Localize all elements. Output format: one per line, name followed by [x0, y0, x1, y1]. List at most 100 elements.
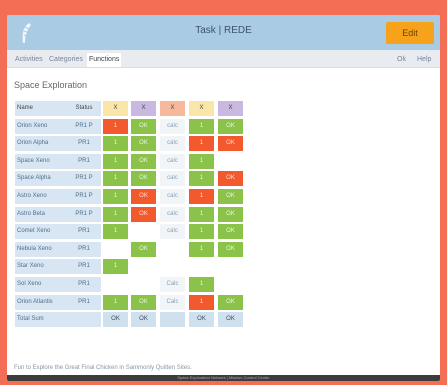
- edit-button[interactable]: Edit: [386, 22, 434, 44]
- row-status: PR1: [67, 294, 101, 310]
- status-cell: Calc: [160, 276, 185, 292]
- status-cell: 1: [189, 153, 214, 169]
- status-table: Name Status X X X X X Orion Xeno PR1 P 1 OK calc 1 OK…: [15, 100, 243, 329]
- status-cell: [160, 241, 185, 257]
- status-cell: calc: [160, 171, 185, 187]
- status-cell: [103, 276, 128, 292]
- status-cell: [218, 276, 243, 292]
- row-name: Sol Xeno: [15, 276, 67, 292]
- table-row[interactable]: Orion Atlantis PR1 1 OK Calc 1 OK: [15, 294, 243, 312]
- table-row[interactable]: Star Xeno PR1 1: [15, 258, 243, 276]
- nav-ok-link[interactable]: Ok: [397, 53, 406, 67]
- status-cell: calc: [160, 206, 185, 222]
- status-cell: 1: [103, 153, 128, 169]
- status-cell: 1: [189, 118, 214, 134]
- status-cell: [218, 153, 243, 169]
- status-cell: 1: [103, 136, 128, 152]
- total-status: [67, 312, 101, 328]
- table-row[interactable]: Nebula Xeno PR1 OK 1 OK: [15, 241, 243, 259]
- status-cell: 1: [103, 224, 128, 240]
- status-cell: 1: [189, 188, 214, 204]
- row-status: PR1 P: [67, 206, 101, 222]
- tab-categories[interactable]: Categories: [47, 53, 85, 67]
- column-header: X: [103, 101, 128, 116]
- top-header: Task | REDE Edit: [7, 15, 440, 50]
- row-status: PR1 P: [67, 171, 101, 187]
- status-cell: OK: [218, 171, 243, 187]
- status-cell: 1: [189, 241, 214, 257]
- status-cell: 1: [103, 118, 128, 134]
- status-cell: calc: [160, 224, 185, 240]
- table-row[interactable]: Astro Beta PR1 P 1 OK calc 1 OK: [15, 206, 243, 224]
- nav-help-link[interactable]: Help: [417, 53, 431, 67]
- row-status: PR1: [67, 153, 101, 169]
- status-cell: OK: [218, 136, 243, 152]
- table-row[interactable]: Space Alpha PR1 P 1 OK calc 1 OK: [15, 170, 243, 188]
- status-cell: calc: [160, 118, 185, 134]
- status-cell: OK: [218, 294, 243, 310]
- row-status: PR1 P: [67, 118, 101, 134]
- row-status: PR1: [67, 224, 101, 240]
- table-row[interactable]: Sol Xeno PR1 Calc 1: [15, 276, 243, 294]
- row-name: Orion Xeno: [15, 118, 67, 134]
- row-name: Astro Xeno: [15, 188, 67, 204]
- tab-activities[interactable]: Activities: [13, 53, 45, 67]
- status-cell: OK: [131, 118, 156, 134]
- status-cell: [131, 276, 156, 292]
- column-header-name: Name: [15, 101, 67, 116]
- table-total-row: Total Sum OK OK OK OK: [15, 311, 243, 329]
- total-cell: OK: [103, 312, 128, 328]
- row-name: Orion Alpha: [15, 136, 67, 152]
- status-cell: OK: [218, 241, 243, 257]
- row-status: PR1: [67, 259, 101, 275]
- total-cell: OK: [218, 312, 243, 328]
- status-cell: calc: [160, 153, 185, 169]
- status-cell: Calc: [160, 294, 185, 310]
- status-cell: OK: [218, 206, 243, 222]
- column-header: X: [218, 101, 243, 116]
- row-name: Comet Xeno: [15, 224, 67, 240]
- status-cell: OK: [218, 118, 243, 134]
- column-header: X: [189, 101, 214, 116]
- column-header-status: Status: [67, 101, 101, 116]
- status-cell: 1: [103, 259, 128, 275]
- status-cell: calc: [160, 136, 185, 152]
- status-cell: 1: [189, 276, 214, 292]
- table-row[interactable]: Comet Xeno PR1 1 calc 1 OK: [15, 223, 243, 241]
- row-name: Orion Atlantis: [15, 294, 67, 310]
- status-cell: [131, 224, 156, 240]
- row-status: PR1 P: [67, 188, 101, 204]
- column-header: X: [160, 101, 185, 116]
- total-cell: OK: [189, 312, 214, 328]
- status-cell: OK: [218, 188, 243, 204]
- status-cell: [160, 259, 185, 275]
- table-row[interactable]: Orion Xeno PR1 P 1 OK calc 1 OK: [15, 118, 243, 136]
- status-cell: [189, 259, 214, 275]
- tab-functions[interactable]: Functions: [87, 53, 122, 67]
- row-name: Star Xeno: [15, 259, 67, 275]
- row-name: Nebula Xeno: [15, 241, 67, 257]
- status-cell: OK: [131, 294, 156, 310]
- row-name: Astro Beta: [15, 206, 67, 222]
- status-cell: [131, 259, 156, 275]
- table-row[interactable]: Astro Xeno PR1 P 1 OK calc 1 OK: [15, 188, 243, 206]
- status-cell: OK: [131, 206, 156, 222]
- status-cell: calc: [160, 188, 185, 204]
- row-status: PR1: [67, 241, 101, 257]
- app-window: Task | REDE Edit Activities Categories F…: [7, 15, 440, 381]
- status-cell: 1: [189, 224, 214, 240]
- status-cell: 1: [189, 294, 214, 310]
- status-cell: 1: [103, 188, 128, 204]
- status-cell: [218, 259, 243, 275]
- status-cell: OK: [131, 136, 156, 152]
- total-label: Total Sum: [15, 312, 67, 328]
- table-row[interactable]: Space Xeno PR1 1 OK calc 1: [15, 153, 243, 171]
- table-row[interactable]: Orion Alpha PR1 1 OK calc 1 OK: [15, 135, 243, 153]
- page-header-title: Task | REDE: [195, 25, 252, 36]
- footnote-text: Fun to Explore the Great Final Chicken i…: [14, 365, 192, 371]
- column-header: X: [131, 101, 156, 116]
- status-cell: OK: [131, 188, 156, 204]
- status-cell: OK: [131, 171, 156, 187]
- footer-bar: Space Exploration Network | Mission Cont…: [7, 375, 440, 381]
- status-cell: 1: [103, 206, 128, 222]
